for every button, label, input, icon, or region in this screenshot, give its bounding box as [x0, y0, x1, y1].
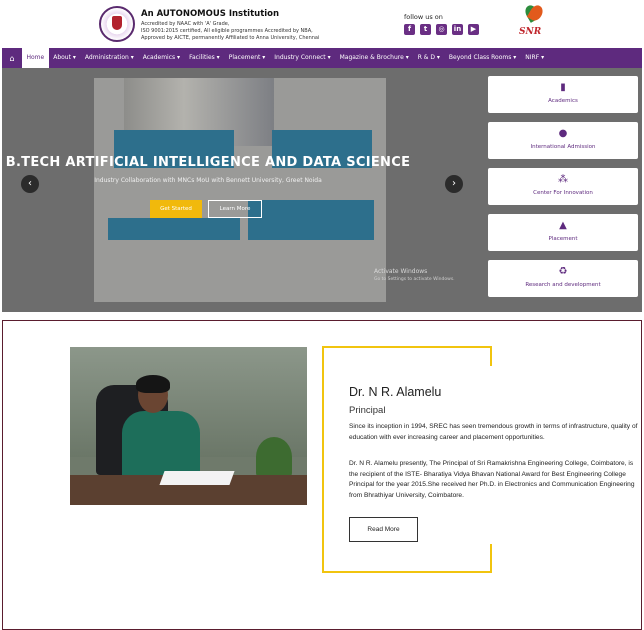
hair — [136, 375, 170, 393]
follow-us-label: follow us on — [404, 13, 443, 21]
facebook-icon[interactable]: f — [404, 24, 415, 35]
nav-item-nirf[interactable]: NIRF ▾ — [521, 48, 549, 68]
globe-icon: ● — [558, 128, 568, 139]
quick-link-label: Center For Innovation — [533, 190, 593, 196]
quick-link-research[interactable]: ♻ Research and development — [488, 260, 638, 297]
recycle-icon: ♻ — [558, 266, 568, 277]
nav-item-about[interactable]: About ▾ — [49, 48, 81, 68]
program-banner — [248, 200, 374, 240]
accreditation-line-2: ISO 9001:2015 certified, All eligible pr… — [141, 28, 313, 34]
activate-windows-subtitle: Go to Settings to activate Windows. — [374, 277, 455, 282]
social-links: f t ◎ in ▶ — [404, 24, 479, 35]
site-header: An AUTONOMOUS Institution Accredited by … — [0, 0, 644, 48]
next-slide-icon[interactable]: › — [445, 175, 463, 193]
cubes-icon: ⁂ — [558, 174, 568, 185]
quick-link-academics[interactable]: ▮ Academics — [488, 76, 638, 113]
quick-link-label: International Admission — [530, 144, 596, 150]
principal-intro-paragraph: Since its inception in 1994, SREC has se… — [349, 423, 638, 441]
snr-logo[interactable]: SNR — [516, 3, 548, 43]
read-more-button[interactable]: Read More — [349, 517, 418, 542]
nav-item-home[interactable]: Home — [22, 48, 49, 68]
quick-link-label: Research and development — [525, 282, 601, 288]
plant — [256, 437, 292, 477]
nav-item-placement[interactable]: Placement ▾ — [224, 48, 270, 68]
hero-background-image — [94, 78, 386, 302]
twitter-icon[interactable]: t — [420, 24, 431, 35]
accreditation-line-3: Approved by AICTE, permanently Affiliate… — [141, 35, 320, 41]
nav-item-academics[interactable]: Academics ▾ — [138, 48, 184, 68]
program-banner — [108, 218, 240, 240]
quick-link-international-admission[interactable]: ● International Admission — [488, 122, 638, 159]
nav-item-magazine-brochure[interactable]: Magazine & Brochure ▾ — [335, 48, 413, 68]
college-seal-logo[interactable] — [99, 6, 135, 42]
quick-link-center-for-innovation[interactable]: ⁂ Center For Innovation — [488, 168, 638, 205]
principal-role: Principal — [349, 405, 386, 416]
quick-link-label: Placement — [548, 236, 578, 242]
institution-title: An AUTONOMOUS Institution — [141, 9, 280, 19]
hero-title: B.TECH ARTIFICIAL INTELLIGENCE AND DATA … — [5, 155, 411, 170]
nav-item-facilities[interactable]: Facilities ▾ — [185, 48, 225, 68]
paper — [159, 471, 235, 485]
nav-item-administration[interactable]: Administration ▾ — [80, 48, 138, 68]
nav-item-industry-connect[interactable]: Industry Connect ▾ — [270, 48, 335, 68]
principal-bio-paragraph: Dr. N R. Alamelu presently, The Principa… — [349, 460, 635, 499]
prev-slide-icon[interactable]: ‹ — [21, 175, 39, 193]
youtube-icon[interactable]: ▶ — [468, 24, 479, 35]
principal-name: Dr. N R. Alamelu — [349, 385, 442, 399]
accreditation-line-1: Accredited by NAAC with 'A' Grade, — [141, 21, 230, 27]
book-icon: ▮ — [560, 82, 566, 93]
frame-gap — [483, 366, 503, 544]
nav-item-r-and-d[interactable]: R & D ▾ — [413, 48, 444, 68]
hero-subtitle: Industry Collaboration with MNCs MoU wit… — [94, 177, 322, 184]
quick-link-placement[interactable]: ▲ Placement — [488, 214, 638, 251]
snr-logo-text: SNR — [519, 27, 542, 37]
instagram-icon[interactable]: ◎ — [436, 24, 447, 35]
principal-photo — [70, 347, 307, 505]
quick-link-label: Academics — [548, 98, 578, 104]
graduation-cap-icon: ▲ — [559, 220, 567, 231]
learn-more-button[interactable]: Learn More — [208, 200, 262, 218]
get-started-button[interactable]: Get Started — [150, 200, 202, 218]
linkedin-icon[interactable]: in — [452, 24, 463, 35]
main-nav: ⌂ Home About ▾ Administration ▾ Academic… — [2, 48, 642, 68]
home-icon[interactable]: ⌂ — [2, 48, 22, 68]
hero-slider: B.TECH ARTIFICIAL INTELLIGENCE AND DATA … — [2, 68, 642, 312]
activate-windows-title: Activate Windows — [374, 268, 428, 275]
nav-item-beyond-class-rooms[interactable]: Beyond Class Rooms ▾ — [444, 48, 520, 68]
principal-section: Dr. N R. Alamelu Principal Since its inc… — [2, 320, 642, 630]
